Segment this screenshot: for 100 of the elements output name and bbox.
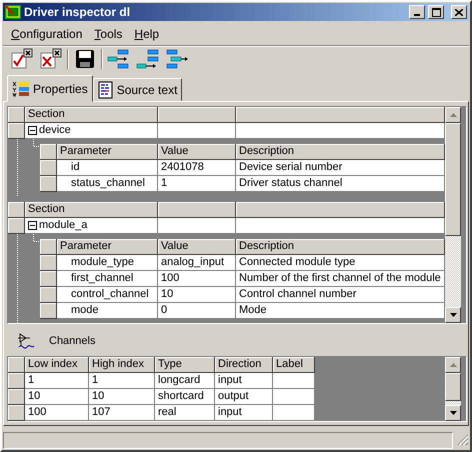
down-arrow-icon — [450, 313, 456, 317]
table-cell: 1 — [158, 176, 236, 192]
maximize-icon — [432, 8, 440, 16]
table-cell: status_channel — [57, 176, 158, 192]
vertical-scrollbar[interactable] — [445, 107, 461, 323]
column-header: High index — [89, 357, 155, 373]
table-cell: 10 — [89, 389, 155, 405]
minimize-button[interactable] — [409, 5, 425, 19]
table-cell — [273, 373, 315, 389]
column-header: Label — [273, 357, 315, 373]
tree-line — [17, 139, 18, 197]
table-cell: 100 — [25, 405, 89, 421]
row-header[interactable] — [8, 202, 25, 218]
maximize-button[interactable] — [428, 5, 444, 19]
row-header[interactable] — [40, 255, 57, 271]
table-cell: Driver status channel — [236, 176, 445, 192]
table-cell: real — [155, 405, 215, 421]
document-icon — [98, 80, 114, 98]
check-toolbar-button[interactable] — [9, 46, 35, 70]
column-header: Parameter — [57, 144, 158, 160]
column-header: Description — [236, 239, 445, 255]
tab[interactable]: Properties — [7, 75, 93, 102]
table-cell: 1 — [25, 373, 89, 389]
table-cell: mode — [57, 303, 158, 319]
close-button[interactable] — [451, 5, 467, 19]
table-cell: 10 — [25, 389, 89, 405]
menu-item[interactable]: Configuration — [5, 25, 88, 43]
table-cell: 1 — [89, 373, 155, 389]
delete-toolbar-button[interactable] — [38, 46, 64, 70]
tab[interactable]: Source text — [92, 78, 182, 101]
table-cell: input — [215, 373, 273, 389]
row-header[interactable] — [40, 144, 57, 160]
row-header[interactable] — [40, 160, 57, 176]
properties-icon — [12, 80, 30, 98]
table-cell: 10 — [158, 287, 236, 303]
column-header: Type — [155, 357, 215, 373]
table-cell: longcard — [155, 373, 215, 389]
collapse-icon[interactable] — [28, 221, 37, 230]
column-header: Low index — [25, 357, 89, 373]
table-cell: shortcard — [155, 389, 215, 405]
row-header[interactable] — [40, 287, 57, 303]
align-center-toolbar-button[interactable] — [135, 46, 161, 70]
scroll-thumb[interactable] — [445, 373, 461, 401]
table-cell: 2401078 — [158, 160, 236, 176]
table-cell: output — [215, 389, 273, 405]
scroll-up-button[interactable] — [445, 107, 461, 123]
section-title: Channels — [49, 334, 96, 349]
column-header: Parameter — [57, 239, 158, 255]
row-header[interactable] — [40, 271, 57, 287]
scroll-down-button[interactable] — [445, 405, 461, 421]
minimize-icon — [414, 14, 420, 16]
row-header[interactable] — [8, 373, 25, 389]
section-name: module_a — [39, 218, 88, 233]
table-cell: input — [215, 405, 273, 421]
table-cell: analog_input — [158, 255, 236, 271]
table-cell: Mode — [236, 303, 445, 319]
close-icon — [455, 8, 463, 16]
table-cell: Connected module type — [236, 255, 445, 271]
align-right-toolbar-button[interactable] — [164, 46, 190, 70]
row-header[interactable] — [40, 176, 57, 192]
row-header[interactable] — [8, 123, 25, 139]
scroll-down-button[interactable] — [445, 307, 461, 323]
row-header[interactable] — [40, 239, 57, 255]
vertical-scrollbar[interactable] — [445, 357, 461, 421]
collapse-icon[interactable] — [28, 126, 37, 135]
column-header: Direction — [215, 357, 273, 373]
table-cell: Number of the first channel of the module — [236, 271, 445, 287]
up-arrow-icon — [450, 113, 456, 117]
column-header: Description — [236, 144, 445, 160]
scroll-up-button[interactable] — [445, 357, 461, 373]
column-header: Section — [25, 202, 158, 218]
row-header[interactable] — [8, 389, 25, 405]
row-header[interactable] — [8, 218, 25, 234]
menu-item[interactable]: Help — [128, 25, 166, 43]
menu-item[interactable]: Tools — [88, 25, 128, 43]
section-name: device — [39, 123, 71, 138]
table-cell: control_channel — [57, 287, 158, 303]
column-header: Value — [158, 144, 236, 160]
window-title: Driver inspector dl — [24, 4, 132, 21]
row-header[interactable] — [40, 303, 57, 319]
table-cell: first_channel — [57, 271, 158, 287]
down-arrow-icon — [450, 411, 456, 415]
scroll-thumb[interactable] — [445, 123, 461, 236]
channel-icon — [17, 332, 35, 350]
table-cell — [273, 389, 315, 405]
up-arrow-icon — [450, 363, 456, 367]
table-cell: module_type — [57, 255, 158, 271]
table-cell: 0 — [158, 303, 236, 319]
table-cell: id — [57, 160, 158, 176]
row-header[interactable] — [8, 405, 25, 421]
column-header: Value — [158, 239, 236, 255]
column-header: Section — [25, 107, 158, 123]
table-cell: Device serial number — [236, 160, 445, 176]
table-cell: Control channel number — [236, 287, 445, 303]
table-cell: 100 — [158, 271, 236, 287]
row-header[interactable] — [8, 357, 25, 373]
resize-grip-icon — [455, 432, 469, 446]
table-cell: 107 — [89, 405, 155, 421]
app-icon — [5, 5, 21, 19]
row-header[interactable] — [8, 107, 25, 123]
